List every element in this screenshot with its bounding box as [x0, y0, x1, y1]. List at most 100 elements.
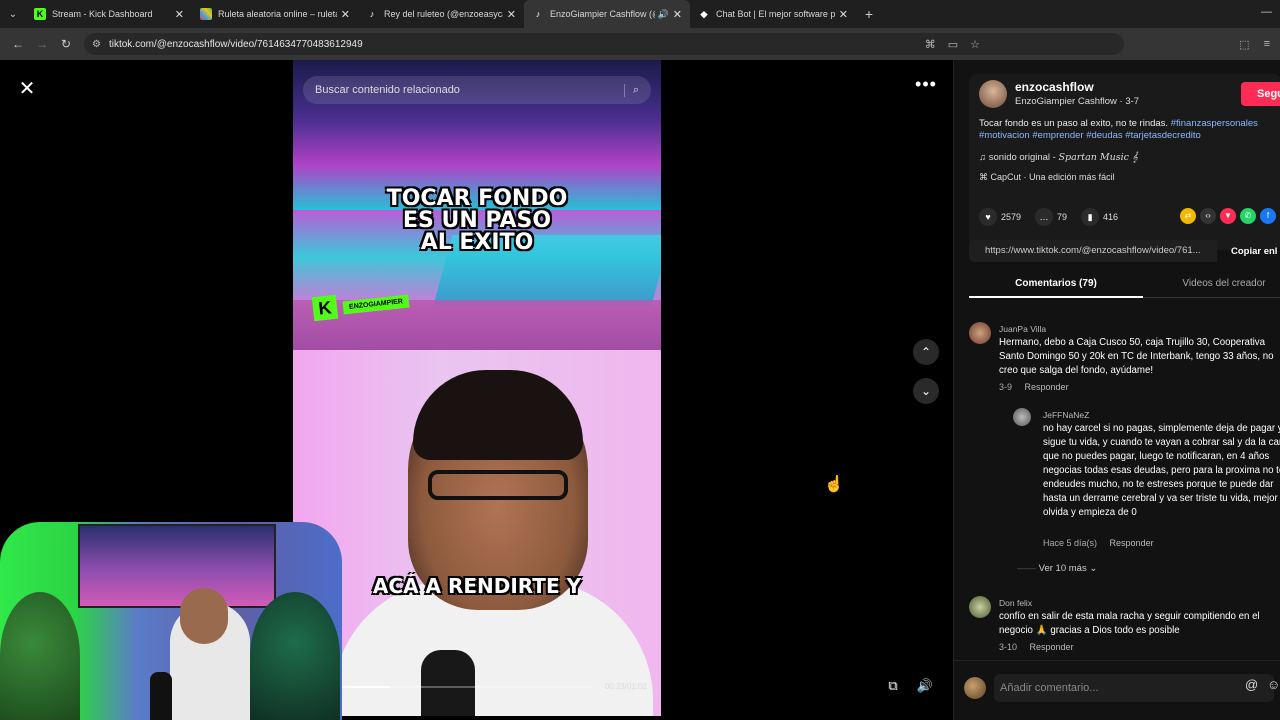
close-tab-icon[interactable]: ✕ [839, 8, 848, 21]
close-tab-icon[interactable]: ✕ [175, 8, 184, 21]
extensions-icon[interactable]: ⬚ [1239, 38, 1249, 51]
browser-tabbar: ⌄ K Stream - Kick Dashboard ✕ ■ Ruleta a… [0, 0, 1280, 28]
my-avatar [964, 677, 986, 699]
commenter-avatar[interactable] [1013, 408, 1031, 426]
close-tab-icon[interactable]: ✕ [341, 8, 350, 21]
minimize-icon[interactable]: — [1261, 6, 1272, 18]
comment-username[interactable]: Don felix [999, 598, 1032, 608]
cast-icon[interactable]: ▭ [948, 38, 958, 51]
copy-link-button[interactable]: Copiar enl [1217, 246, 1277, 257]
menu-icon[interactable]: ≡ [1264, 38, 1270, 51]
browser-tab-3[interactable]: ♪ Rey del ruleteo (@enzoeasyca ✕ [358, 0, 524, 28]
capcut-label: CapCut · Una edición más fácil [990, 172, 1115, 182]
webcam-microphone [150, 672, 172, 720]
video-person-glasses [428, 470, 568, 500]
browser-tab-1[interactable]: K Stream - Kick Dashboard ✕ [26, 0, 192, 28]
back-icon[interactable]: ← [6, 37, 30, 51]
address-bar-row: ← → ↻ ⚙ tiktok.com/@enzocashflow/video/7… [0, 28, 1280, 60]
comment-text: confío en salir de esta mala racha y seg… [999, 611, 1260, 636]
chevron-down-icon: ⌄ [1089, 563, 1098, 574]
related-search-input[interactable]: Buscar contenido relacionado ⌕ [303, 76, 651, 104]
sound-row[interactable]: ♫ sonido original - Spartan Music 𝄞 [979, 152, 1138, 163]
active-tab-indicator [969, 296, 1143, 298]
close-tab-icon[interactable]: ✕ [673, 8, 682, 21]
commenter-avatar[interactable] [969, 322, 991, 344]
like-heart-icon[interactable]: ♥ [979, 208, 997, 226]
details-panel: enzocashflow EnzoGiampier Cashflow · 3-7… [953, 60, 1280, 720]
site-info-icon[interactable]: ⚙ [92, 39, 101, 50]
kick-icon: K [34, 8, 46, 20]
tab-creator-videos[interactable]: Videos del creador [1149, 278, 1280, 289]
tiktok-icon: ♪ [535, 9, 541, 19]
comment-text: Hermano, debo a Caja Cusco 50, caja Truj… [999, 337, 1274, 376]
follow-button[interactable]: Segu [1241, 82, 1280, 106]
description-text: Tocar fondo es un paso al exito, no te r… [979, 118, 1169, 129]
author-username[interactable]: enzocashflow [1015, 80, 1094, 94]
webcam-plant-left [0, 592, 80, 720]
comment-username[interactable]: JeFFNaNeZ [1043, 410, 1089, 420]
close-tab-icon[interactable]: ✕ [507, 8, 516, 21]
save-count: 416 [1103, 212, 1119, 222]
search-icon[interactable]: ⌕ [623, 83, 639, 97]
embed-icon[interactable]: ‹› [1200, 208, 1216, 224]
capcut-icon: ⌘ [979, 172, 988, 182]
comment-bubble-icon[interactable]: … [1035, 208, 1054, 226]
send-icon[interactable]: ▼ [1220, 208, 1236, 224]
tab-title: Rey del ruleteo (@enzoeasyca [384, 9, 503, 19]
comment-text: no hay carcel si no pagas, simplemente d… [1043, 423, 1280, 518]
mention-icon[interactable]: @ [1245, 677, 1258, 692]
share-icons: ⇄ ‹› ▼ ✆ f [1180, 208, 1276, 224]
comment-date: 3-10 [999, 642, 1018, 652]
forward-icon[interactable]: → [30, 37, 54, 51]
sound-label: sonido original - [988, 152, 1059, 163]
tab-comments[interactable]: Comentarios (79) [969, 278, 1143, 289]
window-controls: — [1261, 6, 1272, 18]
next-video-icon[interactable]: ⌄ [913, 378, 939, 404]
share-link-field[interactable]: https://www.tiktok.com/@enzocashflow/vid… [969, 240, 1217, 262]
video-progress-bar[interactable] [333, 686, 593, 688]
comments-list: JuanPa Villa Hermano, debo a Caja Cusco … [969, 322, 1280, 662]
reload-icon[interactable]: ↻ [54, 37, 78, 51]
close-player-icon[interactable]: ✕ [16, 78, 38, 100]
author-nickname: EnzoGiampier Cashflow · 3-7 [1015, 96, 1140, 107]
browser-tab-2[interactable]: ■ Ruleta aleatoria online – ruleta ✕ [192, 0, 358, 28]
comment-input[interactable]: Añadir comentario... [994, 674, 1274, 702]
capcut-row[interactable]: ⌘ CapCut · Una edición más fácil [979, 172, 1115, 183]
repost-icon[interactable]: ⇄ [1180, 208, 1196, 224]
comment-date: 3-9 [999, 382, 1013, 392]
translate-icon[interactable]: ⌘ [925, 38, 936, 51]
view-more-label: Ver 10 más [1038, 563, 1087, 574]
reply-button[interactable]: Responder [1110, 538, 1154, 548]
speaker-icon[interactable]: 🔊 [658, 9, 669, 20]
reply-button[interactable]: Responder [1025, 382, 1069, 392]
facebook-icon[interactable]: f [1260, 208, 1276, 224]
video-player[interactable]: TOCAR FONDO ES UN PASO AL EXITO ACÁ A RE… [293, 60, 661, 716]
comment-meta: 3-10 Responder [999, 642, 1074, 652]
pip-icon[interactable]: ⧉ [882, 678, 904, 698]
mouse-cursor-icon: ☝ [824, 476, 844, 493]
new-tab-icon[interactable]: + [856, 6, 882, 22]
tab-search-icon[interactable]: ⌄ [0, 0, 26, 28]
whatsapp-icon[interactable]: ✆ [1240, 208, 1256, 224]
author-avatar[interactable] [979, 80, 1007, 108]
comment-meta: Hace 5 día(s) Responder [1043, 538, 1154, 548]
more-options-icon[interactable]: ••• [914, 75, 938, 98]
previous-video-icon[interactable]: ⌃ [913, 339, 939, 365]
reply-button[interactable]: Responder [1030, 642, 1074, 652]
tab-title: Stream - Kick Dashboard [52, 9, 153, 19]
tiktok-icon: ♪ [369, 9, 375, 19]
browser-tab-5[interactable]: ◆ Chat Bot | El mejor software pa ✕ [690, 0, 856, 28]
volume-icon[interactable]: 🔊 [914, 678, 936, 698]
search-placeholder: Buscar contenido relacionado [315, 84, 460, 96]
kick-logo-icon: K [311, 294, 339, 322]
bookmark-icon[interactable]: ▮ [1081, 208, 1100, 226]
comment-username[interactable]: JuanPa Villa [999, 324, 1046, 334]
commenter-avatar[interactable] [969, 596, 991, 618]
view-more-replies[interactable]: —— Ver 10 más ⌄ [1017, 563, 1097, 574]
comment-meta: 3-9 Responder [999, 382, 1069, 392]
webcam-person-head [180, 588, 228, 644]
bookmark-star-icon[interactable]: ☆ [970, 38, 980, 51]
emoji-icon[interactable]: ☺ [1267, 677, 1280, 692]
sound-artist: Spartan Music 𝄞 [1058, 152, 1138, 163]
browser-tab-4-active[interactable]: ♪ EnzoGiampier Cashflow (@ 🔊 ✕ [524, 0, 690, 28]
